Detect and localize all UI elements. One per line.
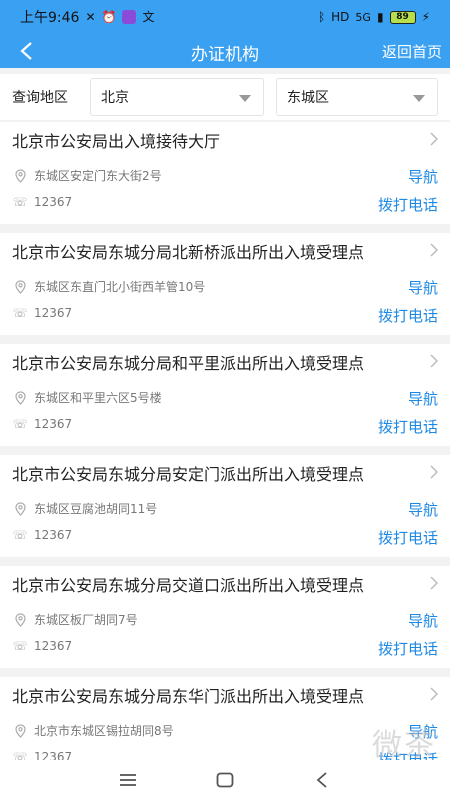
call-phone-link[interactable]: 拨打电话: [378, 194, 438, 215]
hd-icon: HD: [331, 10, 350, 24]
telephone-icon: ☏: [12, 306, 28, 320]
region-label: 查询地区: [12, 90, 68, 106]
office-address: 北京市东城区锡拉胡同8号: [34, 724, 174, 738]
navigate-link[interactable]: 导航: [408, 277, 438, 298]
battery-icon: 89: [389, 10, 416, 24]
watermark: 微茶: [372, 728, 436, 763]
network-type: 5G: [355, 10, 371, 24]
navigate-link[interactable]: 导航: [408, 610, 438, 631]
bluetooth-icon: ᛒ: [317, 10, 326, 24]
menu-button[interactable]: [108, 765, 148, 795]
district-select[interactable]: 东城区: [276, 78, 438, 116]
back-triangle-icon: [316, 772, 327, 788]
office-card[interactable]: 北京市公安局东城分局和平里派出所出入境受理点 东城区和平里六区5号楼 ☏ 123…: [0, 344, 450, 446]
back-to-home-link[interactable]: 返回首页: [382, 41, 442, 62]
office-phone: 12367: [34, 195, 73, 209]
signal-icon: ▮: [376, 10, 384, 24]
app-notification-icon: [122, 10, 137, 24]
call-phone-link[interactable]: 拨打电话: [378, 527, 438, 548]
chevron-right-icon: [430, 576, 438, 590]
charging-icon: ⚡: [421, 10, 430, 24]
office-card[interactable]: 北京市公安局东城分局北新桥派出所出入境受理点 东城区东直门北小街西羊管10号 ☏…: [0, 233, 450, 335]
office-phone: 12367: [34, 639, 73, 653]
city-select[interactable]: 北京: [90, 78, 264, 116]
chevron-right-icon: [430, 132, 438, 146]
location-pin-icon: [12, 501, 28, 516]
navigate-link[interactable]: 导航: [408, 388, 438, 409]
alarm-icon: ⏰: [101, 10, 117, 24]
location-pin-icon: [12, 612, 28, 627]
office-name: 北京市公安局东城分局安定门派出所出入境受理点: [12, 465, 365, 484]
home-button[interactable]: [205, 765, 245, 795]
chevron-right-icon: [430, 687, 438, 701]
call-phone-link[interactable]: 拨打电话: [378, 305, 438, 326]
translate-icon: 文: [142, 10, 155, 24]
location-pin-icon: [12, 279, 28, 294]
chevron-right-icon: [430, 243, 438, 257]
telephone-icon: ☏: [12, 195, 28, 209]
status-time: 上午9:46: [20, 10, 80, 26]
chevron-right-icon: [430, 465, 438, 479]
status-bar: 上午9:46 ✕ ⏰ 文 ᛒ HD 5G ▮ 89 ⚡: [0, 0, 450, 34]
navigate-link[interactable]: 导航: [408, 166, 438, 187]
call-phone-link[interactable]: 拨打电话: [378, 416, 438, 437]
office-name: 北京市公安局东城分局交道口派出所出入境受理点: [12, 576, 365, 595]
office-phone: 12367: [34, 528, 73, 542]
office-address: 东城区和平里六区5号楼: [34, 391, 162, 405]
office-address: 东城区豆腐池胡同11号: [34, 502, 158, 516]
dropdown-caret-icon: [239, 95, 251, 102]
district-select-value: 东城区: [287, 90, 329, 106]
telephone-icon: ☏: [12, 528, 28, 542]
office-name: 北京市公安局出入境接待大厅: [12, 132, 221, 151]
chevron-right-icon: [430, 354, 438, 368]
mute-icon: ✕: [85, 10, 96, 24]
office-list: 北京市公安局出入境接待大厅 东城区安定门东大街2号 ☏ 12367 导航 拨打电…: [0, 122, 450, 788]
home-square-icon: [216, 772, 234, 788]
office-card[interactable]: 北京市公安局东城分局交道口派出所出入境受理点 东城区板厂胡同7号 ☏ 12367…: [0, 566, 450, 668]
filter-bar: 查询地区 北京 东城区: [0, 74, 450, 120]
title-bar: 办证机构 返回首页: [0, 34, 450, 68]
dropdown-caret-icon: [413, 95, 425, 102]
office-phone: 12367: [34, 417, 73, 431]
office-name: 北京市公安局东城分局和平里派出所出入境受理点: [12, 354, 365, 373]
office-address: 东城区东直门北小街西羊管10号: [34, 280, 206, 294]
telephone-icon: ☏: [12, 417, 28, 431]
location-pin-icon: [12, 723, 28, 738]
office-address: 东城区安定门东大街2号: [34, 169, 162, 183]
city-select-value: 北京: [101, 90, 129, 106]
office-name: 北京市公安局东城分局北新桥派出所出入境受理点: [12, 243, 365, 262]
telephone-icon: ☏: [12, 639, 28, 653]
system-nav-bar: [0, 760, 450, 800]
location-pin-icon: [12, 390, 28, 405]
navigate-link[interactable]: 导航: [408, 499, 438, 520]
office-card[interactable]: 北京市公安局出入境接待大厅 东城区安定门东大街2号 ☏ 12367 导航 拨打电…: [0, 122, 450, 224]
menu-icon: [120, 774, 137, 786]
office-phone: 12367: [34, 306, 73, 320]
office-card[interactable]: 北京市公安局东城分局安定门派出所出入境受理点 东城区豆腐池胡同11号 ☏ 123…: [0, 455, 450, 557]
office-address: 东城区板厂胡同7号: [34, 613, 138, 627]
system-back-button[interactable]: [302, 765, 342, 795]
call-phone-link[interactable]: 拨打电话: [378, 638, 438, 659]
location-pin-icon: [12, 168, 28, 183]
office-name: 北京市公安局东城分局东华门派出所出入境受理点: [12, 687, 365, 706]
